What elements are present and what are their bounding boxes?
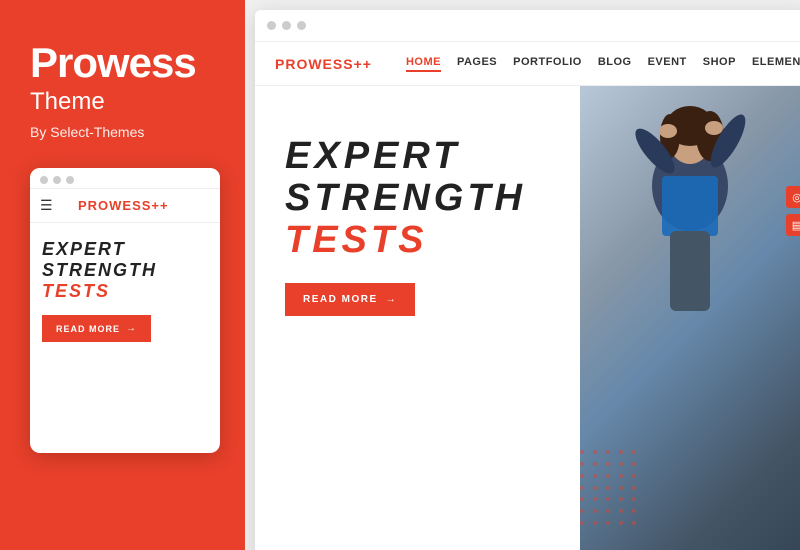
mobile-hero-content: EXPERT STRENGTH TESTS READ MORE → — [30, 223, 220, 358]
mobile-read-more-button[interactable]: READ MORE → — [42, 315, 151, 342]
mobile-dot-3 — [66, 176, 74, 184]
nav-blog[interactable]: BLOG — [598, 56, 632, 72]
left-panel: Prowess Theme By Select-Themes ☰ PROWESS… — [0, 0, 245, 550]
athlete-photo — [580, 86, 800, 550]
browser-dot-3 — [297, 21, 306, 30]
hero-image — [580, 86, 800, 550]
nav-event[interactable]: EVENT — [648, 56, 687, 72]
mobile-mockup: ☰ PROWESS++ EXPERT STRENGTH TESTS READ M… — [30, 168, 220, 453]
social-icon-1[interactable]: ◎ — [786, 186, 800, 208]
nav-pages[interactable]: PAGES — [457, 56, 497, 72]
mobile-dot-2 — [53, 176, 61, 184]
right-edge-icons: ◎ ▤ — [786, 186, 800, 236]
nav-links: HOME PAGES PORTFOLIO BLOG EVENT SHOP ELE… — [406, 56, 800, 72]
nav-portfolio[interactable]: PORTFOLIO — [513, 56, 582, 72]
mobile-hero-text: EXPERT STRENGTH TESTS — [42, 239, 208, 301]
site-logo: PROWESS++ — [275, 56, 372, 72]
browser-chrome-bar — [255, 10, 800, 42]
mobile-nav: ☰ PROWESS++ — [30, 189, 220, 223]
site-navbar: PROWESS++ HOME PAGES PORTFOLIO BLOG EVEN… — [255, 42, 800, 86]
theme-author: By Select-Themes — [30, 124, 215, 140]
hamburger-icon[interactable]: ☰ — [40, 197, 53, 214]
dot-pattern-decoration — [580, 450, 650, 530]
browser-dot-2 — [282, 21, 291, 30]
hero-content: EXPERT STRENGTH TESTS READ MORE → — [255, 86, 580, 550]
site-hero: EXPERT STRENGTH TESTS READ MORE → — [255, 86, 800, 550]
read-more-button[interactable]: READ MORE → — [285, 283, 415, 316]
mobile-dot-1 — [40, 176, 48, 184]
nav-elements[interactable]: ELEMENTS — [752, 56, 800, 72]
browser-dot-1 — [267, 21, 276, 30]
theme-subtitle: Theme — [30, 88, 215, 116]
nav-home[interactable]: HOME — [406, 56, 441, 72]
mobile-logo: PROWESS++ — [78, 198, 169, 213]
right-panel: PROWESS++ HOME PAGES PORTFOLIO BLOG EVEN… — [245, 0, 800, 550]
arrow-right-icon: → — [386, 294, 398, 305]
hero-heading: EXPERT STRENGTH TESTS — [285, 136, 550, 261]
social-icon-2[interactable]: ▤ — [786, 214, 800, 236]
browser-window: PROWESS++ HOME PAGES PORTFOLIO BLOG EVEN… — [255, 10, 800, 550]
mobile-browser-bar — [30, 168, 220, 189]
theme-title: Prowess — [30, 40, 215, 86]
nav-shop[interactable]: SHOP — [703, 56, 736, 72]
arrow-right-icon: → — [126, 323, 137, 334]
